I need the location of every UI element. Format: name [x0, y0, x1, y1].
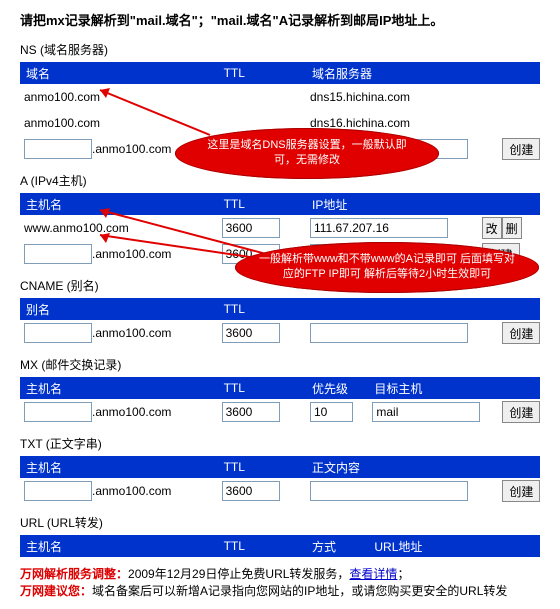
footer-l1-rest: 2009年12月29日停止免费URL转发服务，	[128, 567, 349, 581]
a-row-ip-input[interactable]	[310, 218, 448, 238]
mx-header-ttl: TTL	[218, 377, 306, 399]
ns-section-title: NS (域名服务器)	[20, 41, 540, 58]
cname-create-button[interactable]: 创建	[502, 322, 540, 344]
txt-table: 主机名 TTL 正文内容 .anmo100.com 创建	[20, 456, 540, 504]
txt-header-ttl: TTL	[218, 456, 306, 478]
footer-details-link[interactable]: 查看详情	[349, 567, 397, 581]
txt-ttl-input[interactable]	[222, 481, 280, 501]
callout-ns: 这里是域名DNS服务器设置，一般默认即可，无需修改	[175, 128, 439, 179]
mx-suffix: .anmo100.com	[92, 405, 171, 419]
mx-target-input[interactable]	[372, 402, 480, 422]
cname-target-input[interactable]	[310, 323, 468, 343]
mx-host-input[interactable]	[24, 402, 92, 422]
url-section-title: URL (URL转发)	[20, 514, 540, 531]
ns-header-server: 域名服务器	[306, 62, 498, 84]
footer-l1-red: 万网解析服务调整：	[20, 567, 128, 581]
footer-note: 万网解析服务调整：2009年12月29日停止免费URL转发服务，查看详情； 万网…	[20, 565, 540, 599]
ns-create-button[interactable]: 创建	[502, 138, 540, 160]
cname-header-ttl: TTL	[218, 298, 306, 320]
mx-table: 主机名 TTL 优先级 目标主机 .anmo100.com 创建	[20, 377, 540, 425]
txt-section-title: TXT (正文字串)	[20, 435, 540, 452]
mx-create-button[interactable]: 创建	[502, 401, 540, 423]
mx-header-priority: 优先级	[306, 377, 368, 399]
footer-l2-rest: 域名备案后可以新增A记录指向您网站的IP地址，或请您购买更安全的URL转发	[92, 584, 507, 598]
cname-header-alias: 别名	[20, 298, 218, 320]
cname-ttl-input[interactable]	[222, 323, 280, 343]
a-header-ip: IP地址	[306, 193, 478, 215]
mx-priority-input[interactable]	[310, 402, 353, 422]
txt-header-content: 正文内容	[306, 456, 498, 478]
a-modify-button[interactable]: 改	[482, 217, 502, 239]
url-header-type: 方式	[306, 535, 368, 557]
url-header-host: 主机名	[20, 535, 218, 557]
mx-header-target: 目标主机	[368, 377, 498, 399]
ns-header-ttl: TTL	[218, 62, 306, 84]
footer-l2-red: 万网建议您：	[20, 584, 92, 598]
mx-input-row: .anmo100.com 创建	[20, 399, 540, 425]
txt-content-input[interactable]	[310, 481, 468, 501]
url-header-ttl: TTL	[218, 535, 306, 557]
callout-a: 一般解析带www和不带www的A记录即可 后面填写对应的FTP IP即可 解析后…	[235, 242, 539, 293]
txt-suffix: .anmo100.com	[92, 484, 171, 498]
cname-alias-input[interactable]	[24, 323, 92, 343]
url-header-url: URL地址	[368, 535, 540, 557]
top-instruction: 请把mx记录解析到"mail.域名"；"mail.域名"A记录解析到邮局IP地址…	[20, 10, 540, 29]
a-delete-button[interactable]: 删	[502, 217, 522, 239]
ns-row-server: dns15.hichina.com	[306, 84, 498, 110]
cname-input-row: .anmo100.com 创建	[20, 320, 540, 346]
txt-header-host: 主机名	[20, 456, 218, 478]
txt-host-input[interactable]	[24, 481, 92, 501]
txt-input-row: .anmo100.com 创建	[20, 478, 540, 504]
url-table: 主机名 TTL 方式 URL地址	[20, 535, 540, 557]
txt-create-button[interactable]: 创建	[502, 480, 540, 502]
cname-suffix: .anmo100.com	[92, 326, 171, 340]
mx-ttl-input[interactable]	[222, 402, 280, 422]
mx-section-title: MX (邮件交换记录)	[20, 356, 540, 373]
mx-header-host: 主机名	[20, 377, 218, 399]
cname-table: 别名 TTL .anmo100.com 创建	[20, 298, 540, 346]
